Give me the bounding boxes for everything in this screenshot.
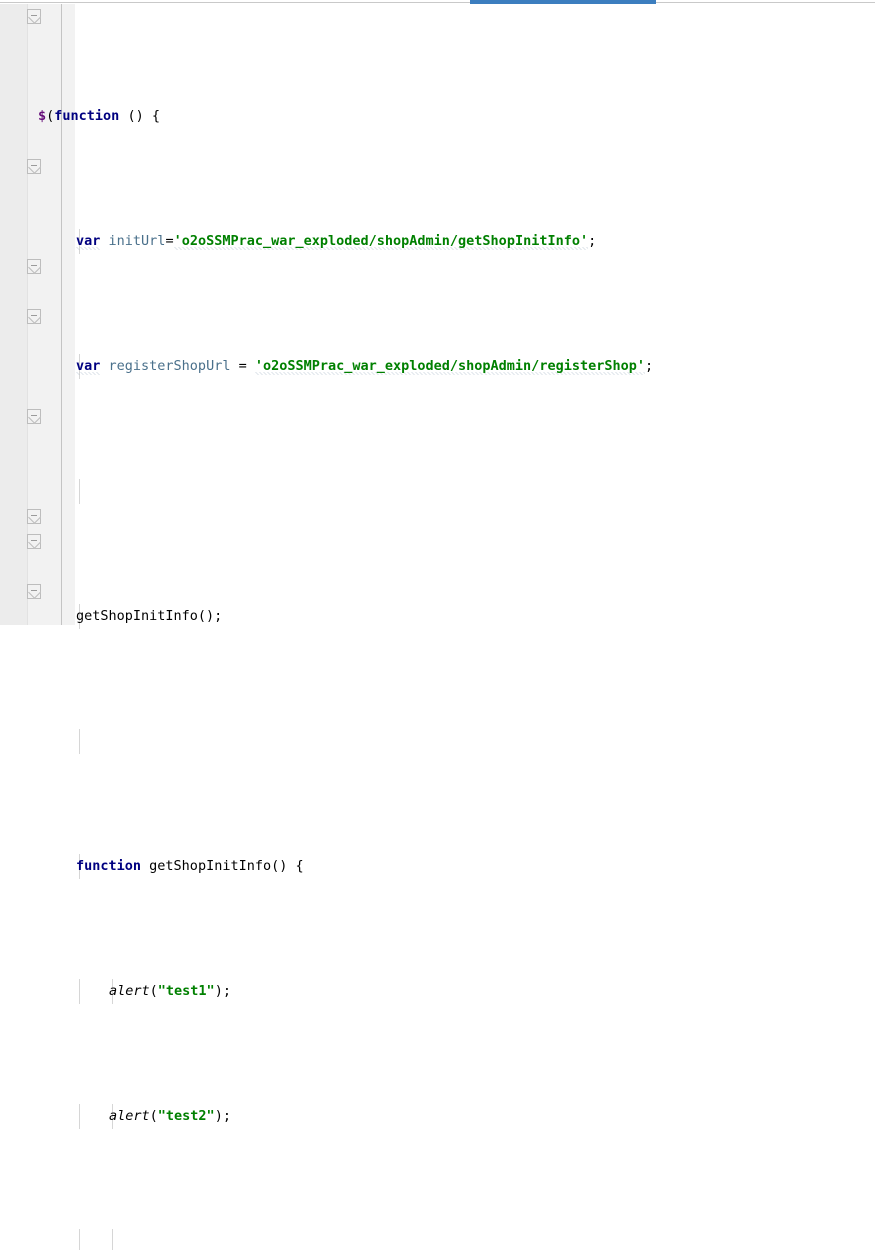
code-line[interactable]: $(function () { — [0, 104, 875, 129]
token-function-call: alert — [109, 983, 150, 999]
code-line[interactable]: getShopInitInfo(); — [0, 604, 875, 629]
token-identifier: initUrl — [108, 233, 166, 249]
code-line[interactable]: var initUrl='o2oSSMPrac_war_exploded/sho… — [0, 229, 875, 254]
token-keyword: var — [76, 358, 101, 375]
code-line[interactable]: var registerShopUrl = 'o2oSSMPrac_war_ex… — [0, 354, 875, 379]
token-identifier: registerShopUrl — [108, 358, 231, 374]
code-line[interactable] — [0, 479, 875, 504]
token-function-name: getShopInitInfo — [149, 858, 272, 874]
token-function-call: alert — [109, 1108, 150, 1124]
token-keyword: var — [76, 233, 101, 250]
token-string: 'o2oSSMPrac_war_exploded/shopAdmin/getSh… — [173, 233, 589, 250]
code-line[interactable] — [0, 729, 875, 754]
token-keyword: function — [76, 858, 142, 874]
token-function-call: getShopInitInfo — [76, 608, 198, 624]
code-line[interactable]: function getShopInitInfo() { — [0, 854, 875, 879]
token-string: 'o2oSSMPrac_war_exploded/shopAdmin/regis… — [254, 358, 645, 375]
code-line[interactable] — [0, 1229, 875, 1250]
code-line[interactable]: alert("test1"); — [0, 979, 875, 1004]
token-dollar: $ — [38, 108, 47, 124]
code-line[interactable]: alert("test2"); — [0, 1104, 875, 1129]
code-editor[interactable]: $(function () { var initUrl='o2oSSMPrac_… — [0, 4, 875, 1250]
token-keyword: function — [54, 108, 120, 124]
token-string: "test1" — [157, 983, 215, 999]
token-string: "test2" — [157, 1108, 215, 1124]
tab-strip-divider — [0, 2, 875, 3]
code-text-area[interactable]: $(function () { var initUrl='o2oSSMPrac_… — [0, 4, 875, 1250]
